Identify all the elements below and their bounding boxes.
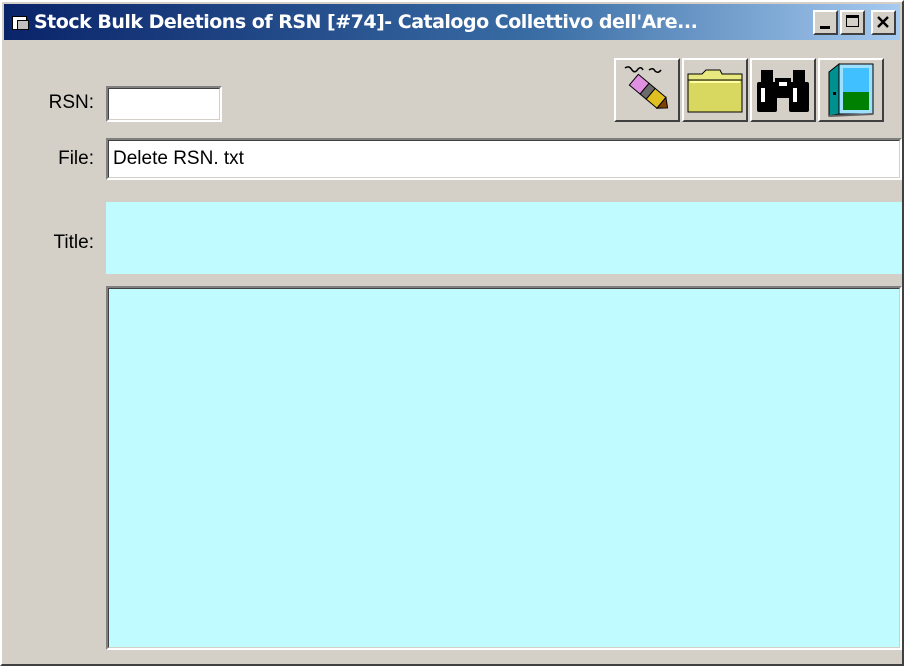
exit-button[interactable] bbox=[818, 58, 884, 122]
open-folder-button[interactable] bbox=[682, 58, 748, 122]
maximize-button[interactable] bbox=[840, 9, 865, 35]
erase-button[interactable] bbox=[614, 58, 680, 122]
title-label: Title: bbox=[53, 232, 94, 253]
minimize-icon bbox=[820, 25, 830, 29]
app-icon[interactable] bbox=[12, 14, 30, 30]
minimize-button[interactable] bbox=[813, 9, 838, 35]
exit-door-icon bbox=[828, 62, 874, 117]
rsn-input[interactable] bbox=[109, 89, 219, 119]
toolbar bbox=[612, 58, 884, 122]
rsn-label: RSN: bbox=[48, 92, 94, 113]
details-content bbox=[108, 288, 900, 648]
eraser-icon bbox=[624, 66, 669, 109]
window-title: Stock Bulk Deletions of RSN [#74]- Catal… bbox=[34, 11, 698, 33]
file-label: File: bbox=[58, 148, 94, 169]
binoculars-icon bbox=[757, 70, 809, 112]
folder-icon bbox=[687, 69, 743, 113]
close-icon bbox=[877, 15, 889, 28]
maximize-icon bbox=[846, 14, 859, 27]
title-bar[interactable]: Stock Bulk Deletions of RSN [#74]- Catal… bbox=[4, 4, 900, 40]
app-window: Stock Bulk Deletions of RSN [#74]- Catal… bbox=[0, 0, 904, 666]
close-button[interactable] bbox=[871, 9, 896, 35]
file-input[interactable] bbox=[109, 141, 899, 177]
title-display bbox=[106, 202, 902, 274]
find-button[interactable] bbox=[750, 58, 816, 122]
file-field-frame bbox=[106, 138, 902, 180]
rsn-field-frame bbox=[106, 86, 222, 122]
details-area[interactable] bbox=[106, 286, 902, 650]
